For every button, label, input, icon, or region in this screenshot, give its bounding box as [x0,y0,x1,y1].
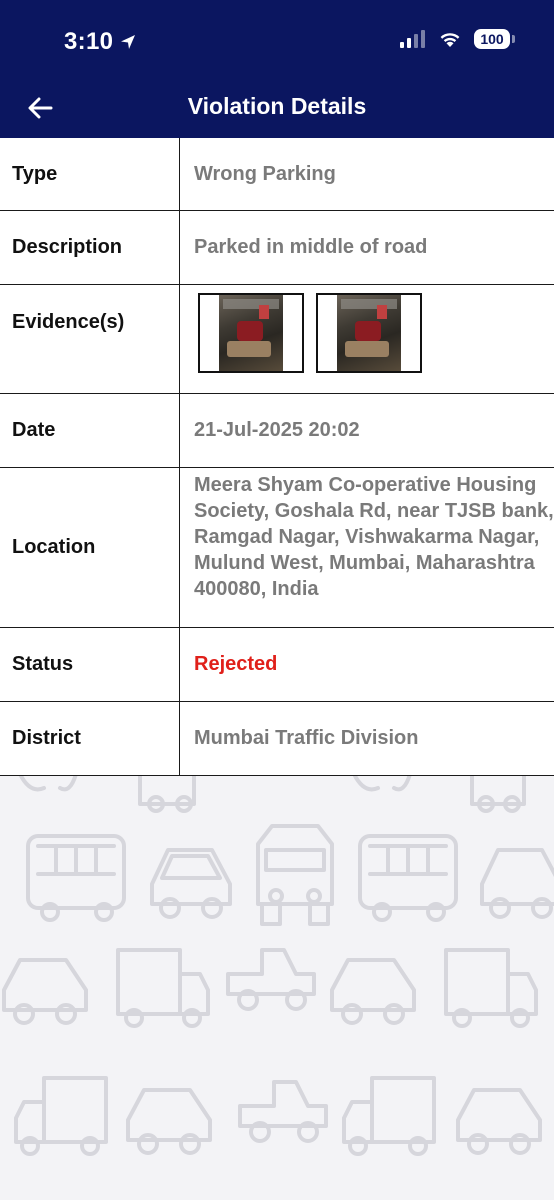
location-value-cell: Meera Shyam Co-operative Housing Society… [180,468,554,627]
clock-text: 3:10 [64,28,114,55]
status-time: 3:10 [64,28,137,56]
pickup-icon [226,948,316,1011]
status-label: Status [0,628,180,701]
truck-icon [342,1076,436,1156]
car-icon [2,958,88,1025]
date-label: Date [0,394,180,467]
type-row: Type Wrong Parking [0,138,554,211]
description-value: Parked in middle of road [194,236,428,258]
car-icon [126,1088,212,1155]
suv-icon [256,824,334,926]
bus-icon [26,834,126,922]
location-arrow-icon [121,35,136,49]
car-icon [456,1088,542,1155]
evidence-row: Evidence(s) [0,285,554,394]
date-row: Date 21-Jul-2025 20:02 [0,394,554,468]
evidence-label: Evidence(s) [0,285,180,393]
evidence-thumbnail-1[interactable] [198,293,304,373]
truck-icon [138,774,196,813]
cellular-signal-icon [400,30,425,48]
bus-icon [358,834,458,922]
nav-bar: Violation Details [0,78,554,138]
app-header: 3:10 100 Violation Details [0,0,554,138]
truck-icon [14,1076,108,1156]
truck-icon [444,948,538,1028]
description-label: Description [0,211,180,284]
evidence-thumbnail-2[interactable] [316,293,422,373]
pickup-icon [238,1080,328,1143]
evidence-photo [219,295,283,371]
status-value: Rejected [194,653,278,675]
type-value: Wrong Parking [194,162,336,185]
car-icon [150,848,232,919]
truck-icon [470,774,526,813]
violation-details-table: Type Wrong Parking Description Parked in… [0,138,554,776]
evidence-photo [337,295,401,371]
district-label: District [0,702,180,775]
page-title: Violation Details [187,93,367,119]
location-value: Meera Shyam Co-operative Housing Society… [194,474,554,600]
battery-icon: 100 [474,29,515,49]
location-label: Location [0,468,180,627]
district-row: District Mumbai Traffic Division [0,702,554,776]
status-row: Status Rejected [0,628,554,702]
status-bar: 3:10 100 [0,0,554,80]
description-row: Description Parked in middle of road [0,211,554,285]
wifi-icon [440,33,460,47]
car-icon [480,848,554,919]
type-label: Type [0,138,180,210]
location-row: Location Meera Shyam Co-operative Housin… [0,468,554,628]
date-value: 21-Jul-2025 20:02 [194,419,360,441]
car-icon [330,958,416,1025]
evidence-thumbnails [180,285,554,393]
district-value: Mumbai Traffic Division [194,727,419,749]
truck-icon [116,948,210,1028]
vehicle-pattern-background [2,774,554,1156]
status-icons: 100 [400,29,515,49]
